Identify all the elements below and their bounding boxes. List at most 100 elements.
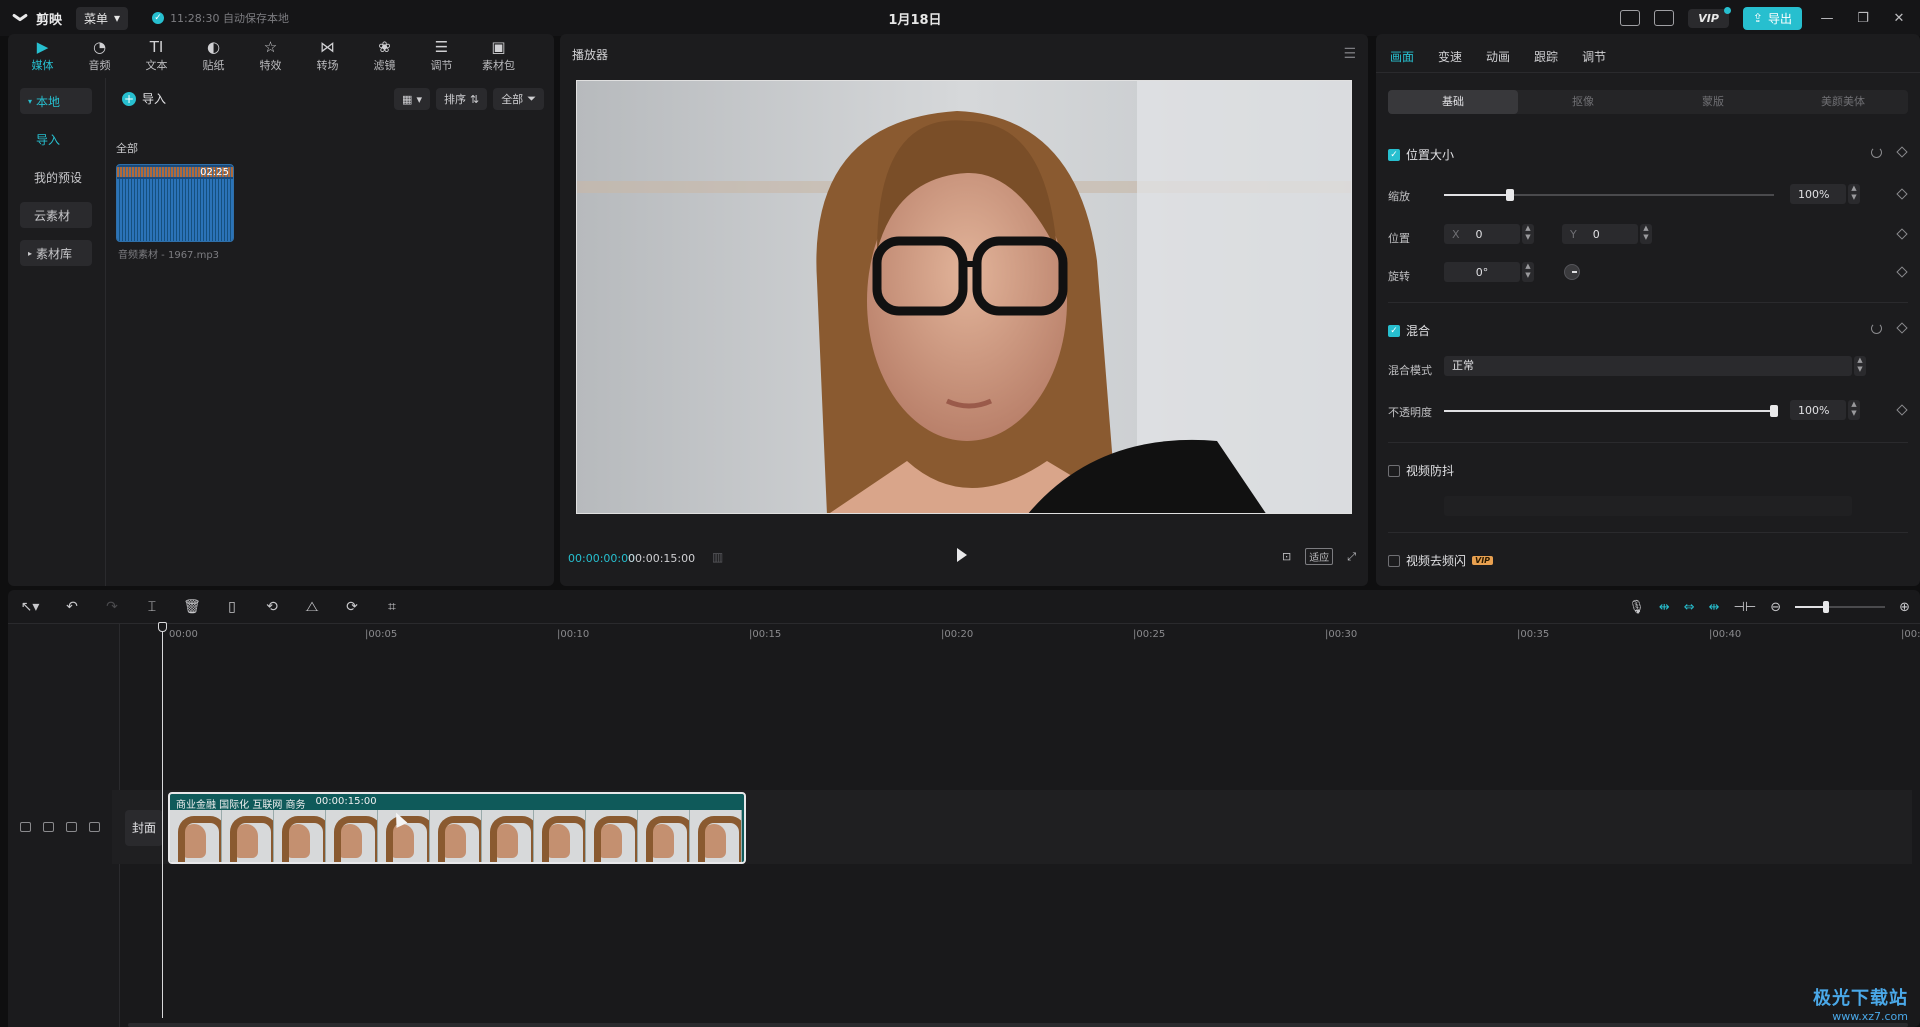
tab-media[interactable]: ▶ 媒体 [14, 34, 71, 78]
subtab-basic[interactable]: 基础 [1388, 90, 1518, 114]
reverse-icon[interactable]: ⟲ [252, 599, 292, 615]
sidebar-item-my-presets[interactable]: 我的预设 [20, 164, 92, 190]
sort-button[interactable]: 排序 ⇅ [435, 88, 488, 110]
menu-button[interactable]: 菜单 ▾ [76, 6, 129, 30]
speaker-icon[interactable] [89, 822, 100, 832]
export-button[interactable]: ⇪ 导出 [1742, 6, 1802, 30]
restore-icon[interactable]: ❐ [1852, 11, 1874, 26]
tab-effects[interactable]: ☆ 特效 [242, 34, 299, 78]
sidebar-item-cloud[interactable]: 云素材 [20, 202, 92, 228]
zoom-out-icon[interactable]: ⊖ [1770, 600, 1781, 615]
position-x-input[interactable]: X0 [1444, 224, 1520, 244]
blend-mode-select[interactable]: 正常 [1444, 356, 1852, 376]
stepper-arrows-icon[interactable]: ▲ ▼ [1848, 400, 1860, 420]
sidebar-item-import[interactable]: 导入 [20, 126, 92, 152]
tab-text[interactable]: TI 文本 [128, 34, 185, 78]
freeze-frame-icon[interactable]: ▯ [212, 599, 252, 615]
subtab-cutout[interactable]: 抠像 [1518, 90, 1648, 114]
slider-handle[interactable] [1770, 405, 1778, 417]
select-tool-icon[interactable]: ↖▾ [8, 599, 52, 615]
eye-icon[interactable] [66, 822, 77, 832]
tab-tracking[interactable]: 跟踪 [1534, 48, 1558, 65]
tab-speed[interactable]: 变速 [1438, 48, 1462, 65]
select-arrows-icon[interactable]: ▲ ▼ [1854, 356, 1866, 376]
video-preview[interactable] [576, 80, 1352, 514]
cover-toggle-icon[interactable] [20, 822, 31, 832]
play-icon[interactable] [957, 548, 967, 562]
snap-icon[interactable]: ⇔ [1684, 600, 1695, 615]
checkbox-checked-icon[interactable]: ✓ [1388, 324, 1400, 337]
zoom-slider[interactable] [1795, 601, 1886, 613]
cover-button[interactable]: 封面 [125, 810, 163, 846]
rotate-icon[interactable]: ⟳ [332, 599, 372, 615]
zoom-in-icon[interactable]: ⊕ [1899, 600, 1910, 615]
tab-animation[interactable]: 动画 [1486, 48, 1510, 65]
position-y-input[interactable]: Y0 [1562, 224, 1638, 244]
keyboard-shortcuts-icon[interactable] [1620, 10, 1641, 26]
tab-package[interactable]: ▣ 素材包 [470, 34, 527, 78]
subtab-beauty[interactable]: 美颜美体 [1778, 90, 1908, 114]
subtab-mask[interactable]: 蒙版 [1648, 90, 1778, 114]
close-icon[interactable]: ✕ [1888, 11, 1910, 26]
stepper-arrows-icon[interactable]: ▲ ▼ [1640, 224, 1652, 244]
stepper-arrows-icon[interactable]: ▲ ▼ [1522, 262, 1534, 282]
view-mode-button[interactable]: ▦ ▾ [394, 88, 430, 110]
rotation-dial[interactable] [1564, 264, 1580, 280]
keyframe-icon[interactable] [1896, 404, 1908, 416]
reset-icon[interactable] [1871, 323, 1882, 334]
tab-audio[interactable]: ◔ 音频 [71, 34, 128, 78]
rotate-input[interactable]: 0° [1444, 262, 1520, 282]
stepper-arrows-icon[interactable]: ▲ ▼ [1848, 184, 1860, 204]
vip-button[interactable]: VIP [1688, 6, 1731, 28]
checkbox-checked-icon[interactable]: ✓ [1388, 148, 1400, 161]
stabilize-header[interactable]: 视频防抖 [1388, 462, 1454, 479]
tab-transition[interactable]: ⋈ 转场 [299, 34, 356, 78]
keyframe-icon[interactable] [1896, 188, 1908, 200]
delete-icon[interactable]: 🗑 [172, 599, 212, 615]
media-item-audio[interactable]: 02:25 [116, 164, 234, 242]
sidebar-item-local[interactable]: ▾ 本地 [20, 88, 92, 114]
timecode-format-icon[interactable]: ▥ [712, 550, 723, 564]
blend-header[interactable]: ✓ 混合 [1388, 322, 1430, 339]
scale-input[interactable]: 100% [1790, 184, 1846, 204]
filter-button[interactable]: 全部 ⏷ [493, 88, 544, 110]
keyframe-icon[interactable] [1896, 266, 1908, 278]
preview-axis-icon[interactable]: ⊣⊢ [1734, 600, 1757, 615]
keyframe-icon[interactable] [1896, 228, 1908, 240]
checkbox-unchecked-icon[interactable] [1388, 464, 1400, 477]
import-button[interactable]: + 导入 [122, 90, 166, 107]
tab-sticker[interactable]: ◐ 贴纸 [185, 34, 242, 78]
layout-icon[interactable] [1654, 10, 1675, 26]
lock-icon[interactable] [43, 822, 54, 832]
opacity-slider[interactable] [1444, 405, 1778, 417]
reset-icon[interactable] [1871, 147, 1882, 158]
undo-icon[interactable]: ↶ [52, 599, 92, 615]
slider-handle[interactable] [1506, 189, 1514, 201]
position-size-header[interactable]: ✓ 位置大小 [1388, 146, 1454, 163]
ratio-button[interactable]: 适应 [1305, 548, 1334, 565]
link-main-track-icon[interactable]: ⇹ [1659, 600, 1670, 615]
linkage-icon[interactable]: ⇹ [1709, 600, 1720, 615]
scale-slider[interactable] [1444, 189, 1774, 201]
tab-adjust[interactable]: 调节 [1582, 48, 1606, 65]
keyframe-icon[interactable] [1896, 322, 1908, 334]
keyframe-icon[interactable] [1896, 146, 1908, 158]
hamburger-menu-icon[interactable]: ☰ [1343, 46, 1356, 62]
minimize-icon[interactable]: — [1816, 11, 1838, 26]
crop-icon[interactable]: ⌗ [372, 599, 412, 615]
screenshot-icon[interactable]: ⊡ [1282, 550, 1291, 563]
fullscreen-icon[interactable]: ⤢ [1347, 550, 1356, 564]
opacity-input[interactable]: 100% [1790, 400, 1846, 420]
split-icon[interactable]: ⌶ [132, 599, 172, 615]
playhead[interactable] [162, 626, 163, 1018]
deflicker-header[interactable]: 视频去频闪 VIP [1388, 552, 1494, 569]
microphone-icon[interactable]: 🎙 [1628, 600, 1645, 615]
sidebar-item-library[interactable]: ▸ 素材库 [20, 240, 92, 266]
timeline-scrollbar[interactable] [128, 1023, 1908, 1027]
tab-picture[interactable]: 画面 [1390, 48, 1414, 65]
stepper-arrows-icon[interactable]: ▲ ▼ [1522, 224, 1534, 244]
playhead-handle[interactable] [158, 622, 167, 632]
video-clip[interactable]: 商业金融 国际化 互联网 商务 00:00:15:00 [168, 792, 746, 864]
checkbox-unchecked-icon[interactable] [1388, 554, 1400, 567]
mirror-icon[interactable]: ⧍ [292, 599, 332, 615]
